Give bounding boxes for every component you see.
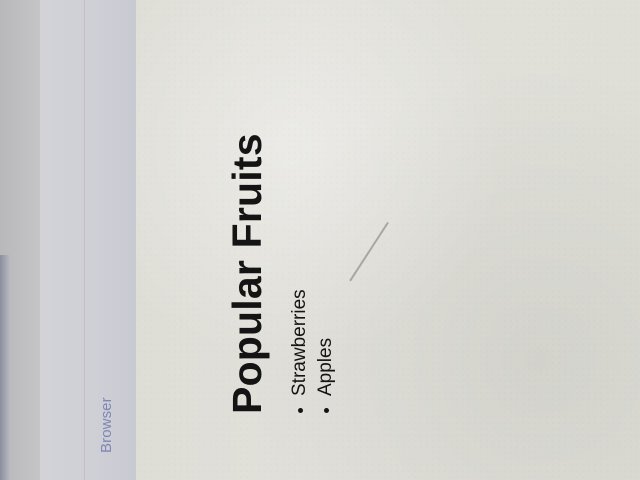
browser-divider xyxy=(84,0,85,480)
page-surface xyxy=(136,0,640,480)
bezel-shadow xyxy=(0,255,10,480)
browser-sidebar xyxy=(40,0,137,480)
browser-label: Browser xyxy=(98,397,115,453)
list-item-strawberries: Strawberries xyxy=(287,94,313,396)
page-title: Popular Fruits xyxy=(224,133,270,414)
list-item-apples: Apples xyxy=(313,94,339,396)
page-content: Popular Fruits Strawberries Apples xyxy=(224,94,339,414)
fruit-list: Strawberries Apples xyxy=(287,94,339,414)
